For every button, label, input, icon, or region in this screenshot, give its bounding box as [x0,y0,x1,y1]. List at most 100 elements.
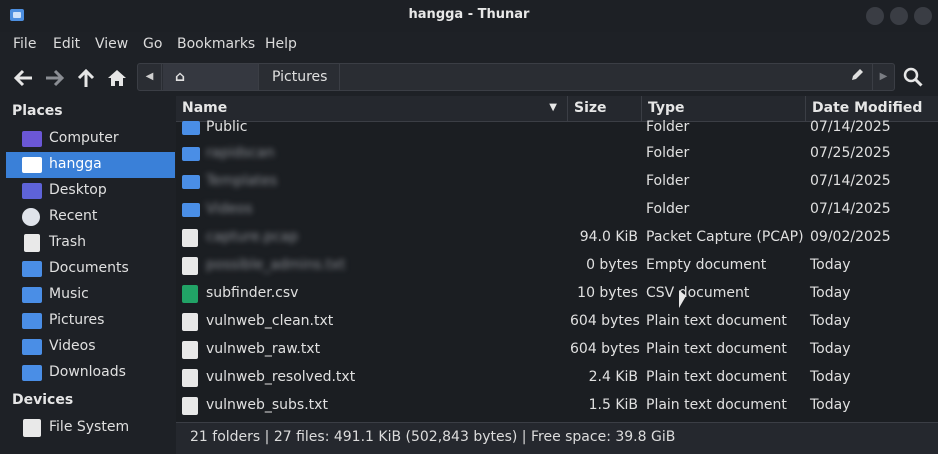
pencil-icon [852,69,863,80]
sidebar-item-recent[interactable]: Recent [6,204,175,230]
maximize-button[interactable] [890,7,908,25]
forward-button[interactable] [44,68,66,88]
file-date: Today [810,257,851,273]
file-date: 09/02/2025 [810,229,891,245]
videos-folder-icon [22,339,42,355]
places-heading: Places [12,103,63,119]
file-date: 07/14/2025 [810,201,891,217]
file-name: subfinder.csv [206,285,299,301]
file-type: Empty document [646,257,767,273]
sidebar-item-file-system[interactable]: File System [6,415,175,441]
file-row[interactable]: vulnweb_raw.txt 604 bytes Plain text doc… [176,336,938,364]
folder-icon [182,121,200,135]
menu-go[interactable]: Go [143,36,162,52]
status-text: 21 folders | 27 files: 491.1 KiB (502,84… [190,429,676,445]
file-date: Today [810,369,851,385]
sidebar-item-label: Recent [49,208,98,224]
sidebar-item-videos[interactable]: Videos [6,334,175,360]
file-row[interactable]: subfinder.csv 10 bytes CSV document Toda… [176,280,938,308]
text-file-icon [182,341,198,359]
folder-icon [182,203,200,217]
file-name: capture.pcap [206,229,299,245]
back-button[interactable] [12,68,34,88]
sidebar-item-label: hangga [49,156,102,172]
downloads-folder-icon [22,365,42,381]
sidebar-item-computer[interactable]: Computer [6,126,175,152]
file-type: Folder [646,119,690,135]
file-name: vulnweb_resolved.txt [206,369,356,385]
up-button[interactable] [75,68,97,88]
sidebar: Places Computer hangga Desktop Recent Tr… [0,96,175,454]
status-bar: 21 folders | 27 files: 491.1 KiB (502,84… [176,422,938,454]
file-row[interactable]: capture.pcap 94.0 KiB Packet Capture (PC… [176,224,938,252]
file-icon [182,229,198,247]
file-row[interactable]: possible_admins.txt 0 bytes Empty docume… [176,252,938,280]
file-row[interactable]: Public Folder 07/14/2025 [176,114,938,142]
file-type: Plain text document [646,341,787,357]
file-row[interactable]: Templates Folder 07/14/2025 [176,168,938,196]
file-row[interactable]: vulnweb_subs.txt 1.5 KiB Plain text docu… [176,392,938,420]
sidebar-item-trash[interactable]: Trash [6,230,175,256]
desktop-icon [22,183,42,199]
path-scroll-right-button[interactable]: ▶ [872,64,894,90]
sidebar-item-desktop[interactable]: Desktop [6,178,175,204]
menu-edit[interactable]: Edit [53,36,80,52]
devices-heading: Devices [12,392,74,408]
close-button[interactable] [914,7,932,25]
file-type: Plain text document [646,313,787,329]
file-name: Public [206,119,248,135]
music-folder-icon [22,287,42,303]
arrow-up-icon [77,68,95,87]
file-type: Folder [646,173,690,189]
search-button[interactable] [902,66,924,88]
sidebar-item-music[interactable]: Music [6,282,175,308]
file-row[interactable]: rapidscan Folder 07/25/2025 [176,140,938,168]
file-name: vulnweb_clean.txt [206,313,334,329]
menu-view[interactable]: View [95,36,128,52]
minimize-button[interactable] [866,7,884,25]
file-type: CSV document [646,285,750,301]
file-size: 604 bytes [570,313,640,329]
file-list: Name ▼ Size Type Date Modified Public Fo… [176,96,938,422]
path-button-current[interactable]: ⌂hangga [163,64,259,111]
menu-bookmarks[interactable]: Bookmarks [177,36,255,52]
file-name: vulnweb_raw.txt [206,341,321,357]
path-bar: ◀ ⌂hangga Pictures ▶ [137,63,895,111]
file-date: 07/25/2025 [810,145,891,161]
file-name: Videos [206,201,253,217]
sidebar-item-label: Downloads [49,364,126,380]
sidebar-item-label: Trash [49,234,86,250]
arrow-left-icon [13,69,32,87]
home-button[interactable] [106,68,128,88]
sidebar-item-label: Pictures [49,312,105,328]
edit-location-button[interactable] [848,68,866,86]
file-size: 1.5 KiB [588,397,638,413]
documents-folder-icon [22,261,42,277]
sidebar-item-documents[interactable]: Documents [6,256,175,282]
file-size: 2.4 KiB [588,369,638,385]
path-scroll-left-button[interactable]: ◀ [138,64,162,90]
drive-icon [23,419,41,437]
file-type: Folder [646,201,690,217]
title-bar: hangga - Thunar [0,0,938,32]
file-row[interactable]: vulnweb_resolved.txt 2.4 KiB Plain text … [176,364,938,392]
pictures-folder-icon [22,313,42,329]
file-type: Packet Capture (PCAP) [646,229,804,245]
menu-help[interactable]: Help [265,36,297,52]
file-row[interactable]: vulnweb_clean.txt 604 bytes Plain text d… [176,308,938,336]
file-type: Plain text document [646,397,787,413]
sidebar-item-pictures[interactable]: Pictures [6,308,175,334]
folder-icon [182,175,200,189]
menu-file[interactable]: File [13,36,36,52]
folder-icon [182,147,200,161]
text-file-icon [182,313,198,331]
file-date: Today [810,397,851,413]
file-date: 07/14/2025 [810,119,891,135]
file-row[interactable]: Videos Folder 07/14/2025 [176,196,938,224]
sidebar-item-hangga[interactable]: hangga [6,152,175,178]
file-date: Today [810,285,851,301]
trash-icon [24,234,40,252]
path-button-next[interactable]: Pictures [260,64,340,90]
sidebar-item-downloads[interactable]: Downloads [6,360,175,386]
mouse-cursor-icon [679,290,686,308]
